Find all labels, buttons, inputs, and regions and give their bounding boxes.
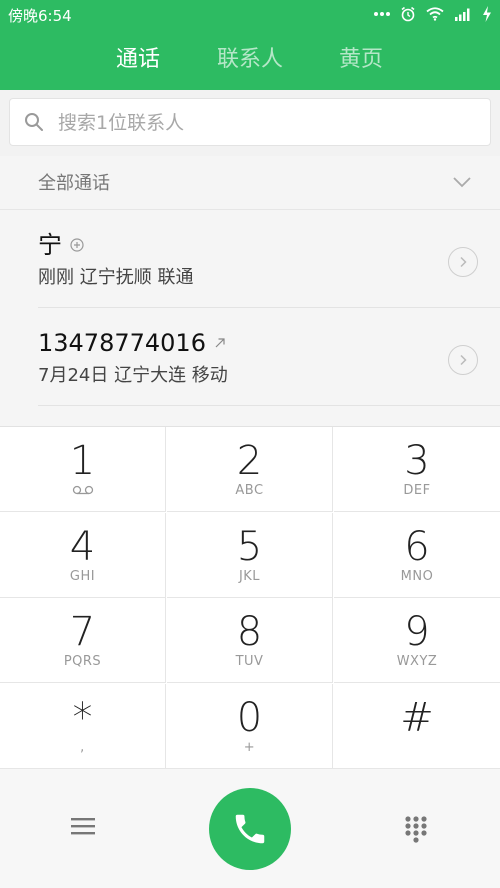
- tab-yellow-pages[interactable]: 黄页: [301, 40, 421, 80]
- header: 傍晚6:54 通话 联系人 黄页: [0, 0, 500, 90]
- dialer-app: 傍晚6:54 通话 联系人 黄页 搜索1位联系人 全部通话 宁 刚刚 辽宁抚顺 …: [0, 0, 500, 888]
- key-letters: WXYZ: [396, 654, 438, 669]
- chevron-down-icon: [453, 177, 471, 188]
- key-letters: DEF: [403, 483, 431, 498]
- key-digit: *: [72, 695, 93, 741]
- divider: [38, 405, 500, 406]
- key-5[interactable]: 5 JKL: [167, 513, 333, 598]
- tab-bar: 通话 联系人 黄页: [0, 40, 500, 80]
- status-icons: [374, 4, 492, 24]
- key-digit: 4: [69, 524, 96, 570]
- voicemail-icon: [72, 485, 93, 495]
- key-letters: TUV: [235, 654, 264, 669]
- key-3[interactable]: 3 DEF: [334, 427, 500, 512]
- chevron-right-icon: [460, 256, 467, 268]
- status-bar: 傍晚6:54: [0, 0, 500, 28]
- key-digit: 2: [236, 438, 263, 484]
- call-log-item[interactable]: 宁 刚刚 辽宁抚顺 联通: [0, 211, 500, 308]
- key-letters: MNO: [400, 569, 434, 584]
- search-area: 搜索1位联系人: [0, 90, 500, 156]
- key-7[interactable]: 7 PQRS: [0, 598, 166, 683]
- key-letters: ,: [80, 740, 85, 755]
- call-name: 宁: [38, 231, 62, 259]
- key-4[interactable]: 4 GHI: [0, 513, 166, 598]
- key-hash[interactable]: #: [334, 684, 500, 769]
- key-digit: 1: [69, 438, 96, 484]
- call-name: 13478774016: [38, 329, 206, 357]
- call-detail: 7月24日 辽宁大连 移动: [38, 365, 228, 386]
- key-letters: GHI: [69, 569, 96, 584]
- key-digit: 6: [404, 524, 430, 570]
- key-digit: 9: [404, 609, 430, 655]
- key-star[interactable]: * ,: [0, 684, 166, 769]
- call-filter-dropdown[interactable]: 全部通话: [0, 158, 500, 210]
- key-digit: 7: [69, 609, 96, 655]
- call-name-line: 宁: [38, 231, 84, 259]
- search-input[interactable]: 搜索1位联系人: [9, 98, 491, 146]
- more-dots-icon: [374, 12, 390, 16]
- tab-calls[interactable]: 通话: [78, 40, 198, 80]
- call-details-button[interactable]: [448, 247, 478, 277]
- key-1[interactable]: 1: [0, 427, 166, 512]
- key-letters: +: [243, 740, 256, 755]
- key-0[interactable]: 0 +: [167, 684, 333, 769]
- key-6[interactable]: 6 MNO: [334, 513, 500, 598]
- divider: [38, 307, 500, 308]
- menu-icon[interactable]: [70, 816, 96, 836]
- key-8[interactable]: 8 TUV: [167, 598, 333, 683]
- key-letters: JKL: [238, 569, 261, 584]
- chevron-right-icon: [460, 354, 467, 366]
- key-digit: 8: [236, 609, 263, 655]
- key-letters: PQRS: [63, 654, 102, 669]
- search-icon: [25, 113, 43, 131]
- key-digit: #: [400, 695, 434, 741]
- status-time: 傍晚6:54: [8, 7, 72, 25]
- signal-icon: [455, 8, 470, 21]
- call-name-line: 13478774016: [38, 329, 226, 357]
- key-digit: 5: [236, 524, 263, 570]
- charging-icon: [483, 6, 491, 22]
- alarm-icon: [401, 6, 415, 22]
- wifi-icon: [426, 7, 444, 21]
- dialpad-icon[interactable]: [404, 815, 428, 843]
- call-log-item[interactable]: 13478774016 7月24日 辽宁大连 移动: [0, 309, 500, 406]
- add-contact-icon: [70, 238, 84, 252]
- key-digit: 0: [236, 695, 263, 741]
- tab-contacts[interactable]: 联系人: [190, 40, 310, 80]
- key-letters: ABC: [235, 483, 264, 498]
- call-details-button[interactable]: [448, 345, 478, 375]
- outgoing-call-icon: [215, 338, 225, 348]
- key-9[interactable]: 9 WXYZ: [334, 598, 500, 683]
- key-digit: 3: [404, 438, 430, 484]
- call-button[interactable]: [209, 788, 291, 870]
- dial-keypad: 1 2 ABC 3 DEF 4 GHI 5 JKL 6 MNO 7 PQRS 8…: [0, 426, 500, 769]
- key-2[interactable]: 2 ABC: [167, 427, 333, 512]
- search-placeholder: 搜索1位联系人: [58, 112, 185, 134]
- bottom-bar: [0, 768, 500, 888]
- call-detail: 刚刚 辽宁抚顺 联通: [38, 267, 194, 288]
- phone-icon: [235, 814, 265, 844]
- call-filter-label: 全部通话: [38, 173, 110, 194]
